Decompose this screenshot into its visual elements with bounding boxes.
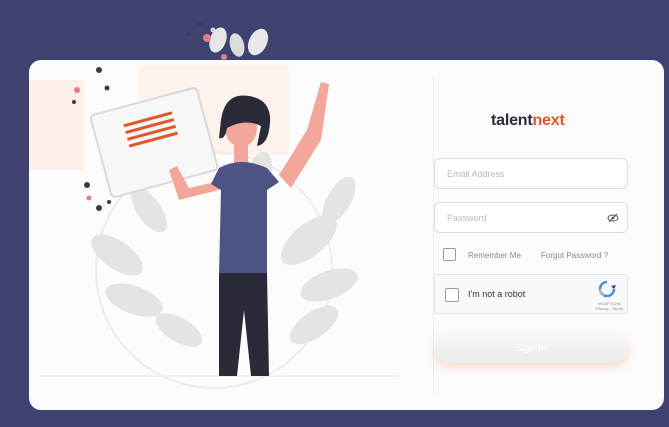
- email-field-wrapper: [434, 158, 628, 189]
- recaptcha-icon: [598, 280, 616, 298]
- woman-holding-document-illustration: [29, 65, 399, 389]
- brand-logo-part2: next: [532, 112, 565, 129]
- remember-me-checkbox[interactable]: [443, 248, 456, 261]
- brand-logo-part1: talent: [491, 112, 533, 129]
- email-field[interactable]: [435, 159, 627, 188]
- recaptcha-brand-text: reCAPTCHA Privacy - Terms: [596, 301, 623, 311]
- eye-icon[interactable]: [607, 212, 619, 224]
- password-field[interactable]: [435, 203, 627, 232]
- remember-me-label: Remember Me: [468, 251, 521, 260]
- recaptcha-brand-line2[interactable]: Privacy - Terms: [596, 306, 623, 311]
- forgot-password-link[interactable]: Forgot Password ?: [541, 251, 608, 260]
- sign-in-button[interactable]: Sign In: [434, 333, 628, 363]
- password-field-wrapper: [434, 202, 628, 233]
- captcha-checkbox[interactable]: [445, 288, 459, 302]
- recaptcha-widget: I'm not a robot reCAPTCHA Privacy - Term…: [434, 274, 628, 314]
- captcha-label: I'm not a robot: [468, 289, 526, 299]
- top-splash-decor: [187, 22, 269, 60]
- brand-logo: talentnext: [491, 112, 565, 130]
